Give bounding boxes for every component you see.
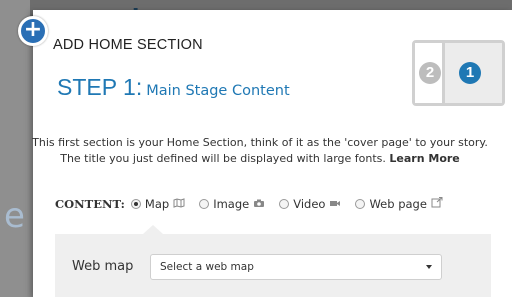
add-icon: +	[18, 16, 48, 46]
content-option-image[interactable]: Image	[199, 197, 265, 211]
layout-panel-right[interactable]: 1	[445, 43, 502, 103]
option-label-webpage: Web page	[369, 197, 427, 211]
panel-pointer	[143, 225, 163, 234]
layout-picker[interactable]: 2 1	[412, 40, 505, 106]
radio-image[interactable]	[199, 199, 210, 209]
radio-webpage[interactable]	[355, 199, 366, 209]
dialog-title: ADD HOME SECTION	[53, 37, 203, 53]
content-type-row: CONTENT: Map Image Video Web page	[55, 197, 457, 211]
content-label: CONTENT:	[55, 197, 125, 211]
webmap-select[interactable]: Select a web map	[150, 254, 442, 280]
map-icon	[173, 197, 185, 211]
radio-video[interactable]	[279, 199, 290, 209]
content-option-webpage[interactable]: Web page	[355, 197, 443, 211]
section-description: This first section is your Home Section,…	[30, 135, 490, 167]
option-label-map: Map	[144, 197, 170, 211]
option-label-video: Video	[293, 197, 326, 211]
external-link-icon	[431, 197, 443, 211]
layout-badge-2: 2	[419, 62, 441, 84]
webmap-select-value: Select a web map	[160, 261, 254, 273]
radio-map[interactable]	[130, 199, 141, 209]
learn-more-link[interactable]: Learn More	[389, 152, 459, 165]
step-number: STEP 1:	[57, 74, 143, 100]
content-option-video[interactable]: Video	[279, 197, 341, 211]
layout-panel-left[interactable]: 2	[415, 43, 445, 103]
chevron-down-icon[interactable]	[426, 265, 432, 269]
layout-badge-1: 1	[459, 62, 481, 84]
option-label-image: Image	[213, 197, 250, 211]
content-option-map[interactable]: Map	[130, 197, 185, 211]
camera-icon	[253, 198, 265, 211]
step-name: Main Stage Content	[146, 83, 290, 99]
background-left-letter: e	[4, 196, 25, 236]
webmap-label: Web map	[72, 259, 134, 274]
step-heading: STEP 1: Main Stage Content	[57, 74, 290, 101]
video-icon	[329, 198, 341, 211]
